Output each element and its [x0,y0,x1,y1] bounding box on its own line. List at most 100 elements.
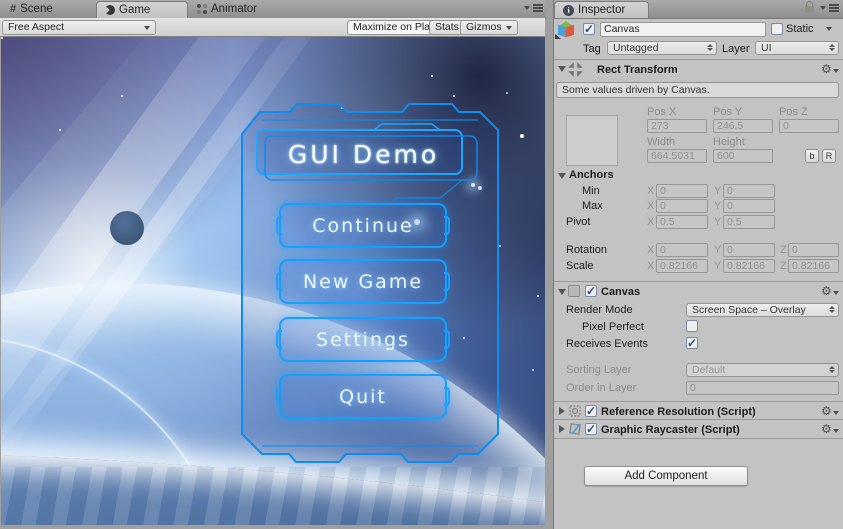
aspect-dropdown-label: Free Aspect [8,21,64,34]
scale-z-field: 0.82166 [788,259,839,273]
pos-y-field: 246.5 [713,119,773,133]
gui-title: GUI Demo [257,136,470,172]
sorting-layer-dropdown: Default [686,363,839,377]
render-mode-value: Screen Space – Overlay [692,304,806,316]
game-view-panel: # Scene Game Animator Free Aspect [0,0,546,529]
anchors-foldout[interactable] [558,173,566,179]
static-dropdown-icon[interactable] [826,27,832,31]
scene-grid-icon: # [10,3,16,15]
graphic-raycaster-foldout[interactable] [559,425,565,433]
continue-button[interactable]: Continue [279,203,447,248]
new-game-button[interactable]: New Game [279,259,447,304]
anchor-min-y-field: 0 [723,184,775,198]
reference-resolution-icon [568,404,582,418]
add-component-button[interactable]: Add Component [584,466,748,486]
maximize-on-play-label: Maximize on Play [353,21,435,34]
game-viewport[interactable]: GUI Demo Continue New Game Settings Quit [1,37,545,525]
height-field: 600 [713,149,773,163]
reference-resolution-header[interactable]: Reference Resolution (Script) ⚙ [554,401,843,420]
scale-x-field: 0.82166 [656,259,708,273]
graphic-raycaster-header[interactable]: Graphic Raycaster (Script) ⚙ [554,419,843,439]
blueprint-mode-button[interactable]: b [805,149,819,163]
tag-dropdown[interactable]: Untagged [607,41,717,55]
y-axis-label: Y [714,260,721,272]
canvas-enabled-checkbox[interactable] [585,285,597,297]
scale-label: Scale [566,260,594,272]
active-checkbox[interactable] [583,23,595,35]
tab-inspector-label: Inspector [578,4,625,16]
gear-icon[interactable]: ⚙ [821,285,832,297]
cube-icon[interactable] [557,21,575,39]
reference-resolution-checkbox[interactable] [585,405,597,417]
driven-values-notice: Some values driven by Canvas. [556,82,839,98]
dropdown-arrows-icon [829,44,835,51]
render-mode-dropdown[interactable]: Screen Space – Overlay [686,303,839,317]
x-axis-label: X [647,185,654,197]
receives-events-checkbox[interactable] [686,337,698,349]
tab-scene-label: Scene [20,3,53,15]
info-icon: i [563,5,574,16]
canvas-icon [568,285,580,297]
maximize-on-play-button[interactable]: Maximize on Play [347,20,441,35]
layer-value: UI [761,42,772,54]
quit-button[interactable]: Quit [279,374,447,419]
lock-icon[interactable] [805,6,814,13]
settings-button[interactable]: Settings [279,317,447,362]
tab-inspector[interactable]: i Inspector [554,1,649,18]
tab-game[interactable]: Game [96,1,188,18]
tab-scene[interactable]: # Scene [2,0,61,17]
rotation-z-field: 0 [788,243,839,257]
y-axis-label: Y [714,185,721,197]
chevron-down-icon [820,6,826,10]
rotation-label: Rotation [566,244,607,256]
order-in-layer-field: 0 [686,381,839,395]
game-panel-menu[interactable] [524,4,543,12]
tag-value: Untagged [613,42,659,54]
inspector-panel-menu[interactable] [820,4,839,12]
settings-label: Settings [316,329,410,351]
layer-dropdown[interactable]: UI [755,41,839,55]
rect-transform-foldout[interactable] [558,66,566,72]
sorting-layer-value: Default [692,364,725,376]
graphic-raycaster-title: Graphic Raycaster (Script) [601,424,740,436]
notice-text: Some values driven by Canvas. [562,84,710,96]
quit-label: Quit [339,386,387,408]
rotation-y-field: 0 [723,243,775,257]
rect-transform-icon [568,62,583,77]
reference-resolution-title: Reference Resolution (Script) [601,406,756,418]
raw-edit-mode-button[interactable]: R [822,149,836,163]
gear-icon[interactable]: ⚙ [821,423,832,435]
static-checkbox[interactable] [771,23,783,35]
min-label: Min [582,185,600,197]
gear-icon[interactable]: ⚙ [821,405,832,417]
chevron-down-icon [524,6,530,10]
anchor-min-x-field: 0 [656,184,708,198]
anchor-max-x-field: 0 [656,199,708,213]
canvas-foldout[interactable] [558,289,566,295]
gizmos-dropdown[interactable]: Gizmos [460,20,518,35]
layer-label: Layer [722,43,750,55]
gizmos-label: Gizmos [466,21,502,34]
gear-icon[interactable]: ⚙ [821,63,832,75]
inspector-panel: i Inspector Canvas Static [553,0,843,529]
graphic-raycaster-icon [568,422,582,436]
graphic-raycaster-checkbox[interactable] [585,423,597,435]
pos-z-label: Pos Z [779,106,808,118]
reference-resolution-foldout[interactable] [559,407,565,415]
pixel-perfect-label: Pixel Perfect [582,321,644,333]
object-name-field[interactable]: Canvas [600,22,766,37]
pixel-perfect-checkbox[interactable] [686,320,698,332]
dropdown-arrows-icon [829,366,835,373]
sorting-layer-label: Sorting Layer [566,364,631,376]
pivot-y-field: 0.5 [723,215,775,229]
menu-icon [533,4,543,12]
x-axis-label: X [647,200,654,212]
inspector-tabbar: i Inspector [554,0,843,19]
aspect-dropdown[interactable]: Free Aspect [2,20,156,35]
canvas-component-header[interactable]: Canvas ⚙ [554,281,843,300]
order-in-layer-label: Order in Layer [566,382,636,394]
width-field: 664.5031 [647,149,707,163]
tab-game-label: Game [119,4,150,16]
tab-animator[interactable]: Animator [189,0,265,17]
prefab-arrow-icon [555,34,561,39]
